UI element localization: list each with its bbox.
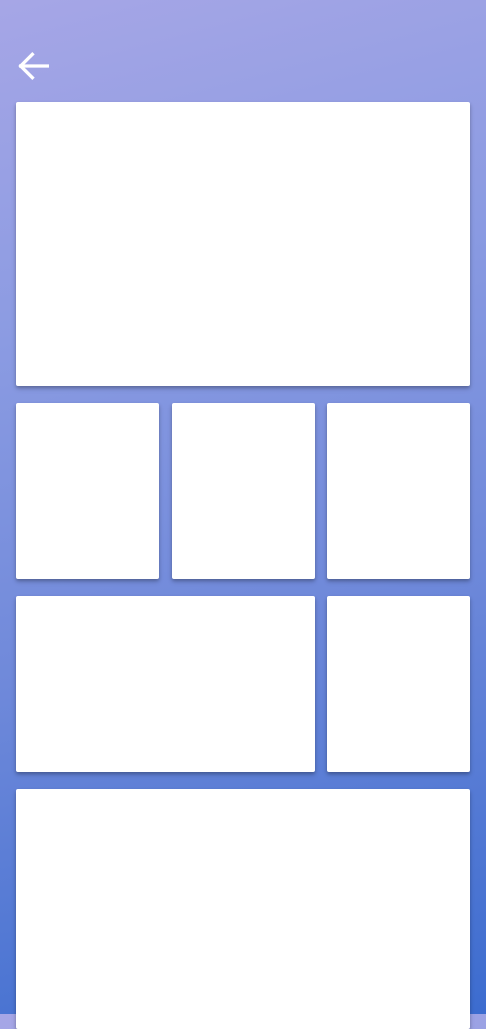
grid-card-2[interactable]	[172, 403, 315, 579]
small-card[interactable]	[327, 596, 470, 772]
hero-card[interactable]	[16, 102, 470, 386]
wide-card[interactable]	[16, 596, 315, 772]
grid-card-3[interactable]	[327, 403, 470, 579]
arrow-left-icon	[14, 46, 54, 91]
bottom-card[interactable]	[16, 789, 470, 1029]
back-button[interactable]	[12, 46, 56, 90]
grid-card-1[interactable]	[16, 403, 159, 579]
